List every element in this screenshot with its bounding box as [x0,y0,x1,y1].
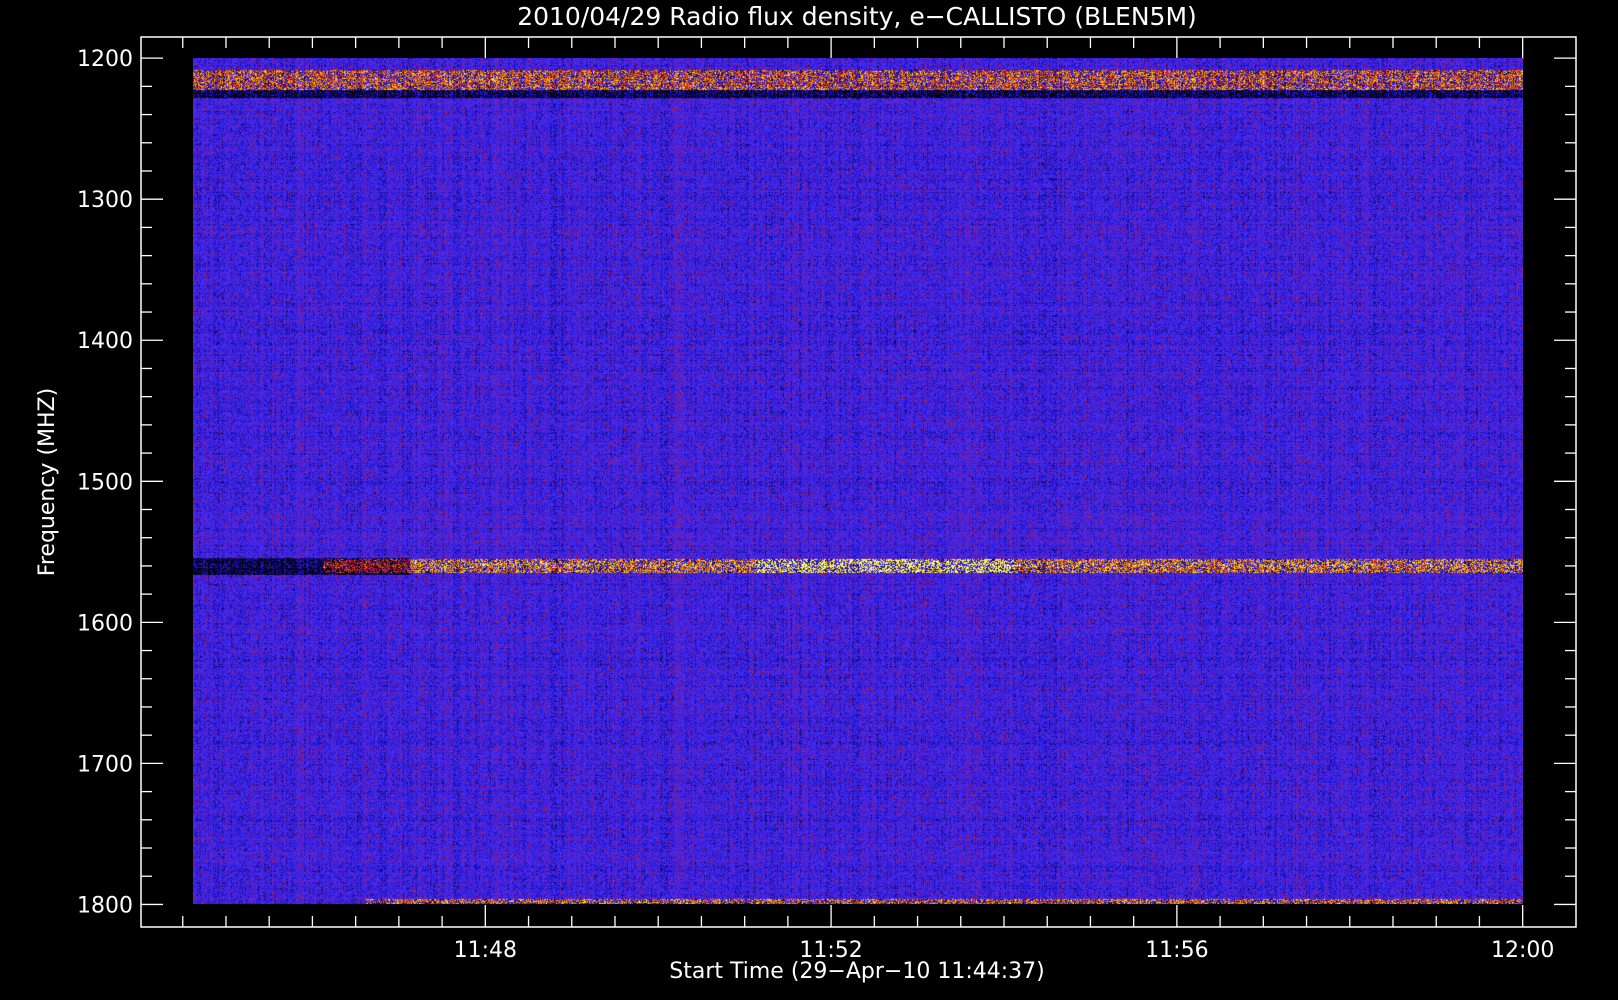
y-tick-label: 1200 [77,47,133,72]
y-tick-label: 1400 [77,329,133,354]
y-axis-label: Frequency (MHZ) [35,388,60,576]
y-tick-label: 1500 [77,470,133,495]
x-axis-label: Start Time (29−Apr−10 11:44:37) [669,959,1044,984]
x-tick-label: 12:00 [1491,938,1554,963]
x-tick-label: 11:56 [1145,938,1208,963]
y-tick-label: 1600 [77,611,133,636]
y-tick-label: 1800 [77,893,133,918]
x-tick-label: 11:48 [454,938,517,963]
y-tick-label: 1300 [77,188,133,213]
chart-title: 2010/04/29 Radio flux density, e−CALLIST… [517,2,1197,31]
spectrogram-heatmap [193,58,1523,904]
y-tick-label: 1700 [77,752,133,777]
